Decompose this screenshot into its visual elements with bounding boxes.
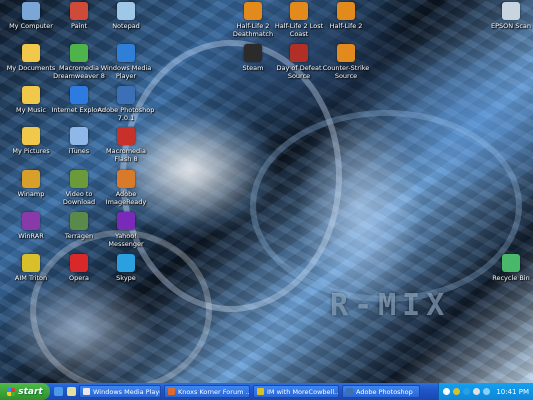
task-list: Windows Media Player Knoxs Korner Forum .… — [76, 385, 420, 398]
taskbar-button-label: Adobe Photoshop — [356, 387, 413, 396]
desktop-icon[interactable]: Notepad — [97, 2, 155, 30]
paint-icon — [70, 2, 88, 20]
browser-icon — [168, 388, 175, 395]
video-download-icon — [70, 170, 88, 188]
counter-strike-icon — [337, 44, 355, 62]
taskbar: start Windows Media Player Knoxs Korner F… — [0, 383, 533, 400]
desktop-icon[interactable]: Adobe ImageReady — [97, 170, 155, 206]
computer-icon — [22, 2, 40, 20]
documents-folder-icon — [22, 44, 40, 62]
quick-launch — [50, 387, 76, 396]
wallpaper-swirl — [30, 230, 212, 383]
recycle-bin-icon — [502, 254, 520, 272]
notepad-icon — [117, 2, 135, 20]
desktop-quicklaunch-icon[interactable] — [67, 387, 76, 396]
aim-icon — [257, 388, 264, 395]
taskbar-button[interactable]: Knoxs Korner Forum ... — [164, 385, 250, 398]
start-button[interactable]: start — [0, 383, 50, 400]
tray-network-icon[interactable] — [483, 388, 491, 395]
pictures-folder-icon — [22, 127, 40, 145]
wallpaper-logo: R-MIX — [330, 288, 451, 323]
tray-skype-icon[interactable] — [463, 388, 471, 395]
itunes-icon — [70, 127, 88, 145]
taskbar-button[interactable]: Windows Media Player — [79, 385, 161, 398]
desktop-icon-label: Macromedia Flash 8 — [106, 147, 146, 163]
taskbar-button[interactable]: Adobe Photoshop — [342, 385, 420, 398]
desktop-icon-label: Yahoo! Messenger — [108, 232, 144, 248]
winrar-icon — [22, 212, 40, 230]
opera-icon — [70, 254, 88, 272]
desktop-icon-label: Skype — [116, 274, 136, 282]
desktop-icon[interactable]: EPSON Scan — [482, 2, 533, 30]
photoshop-icon — [346, 388, 353, 395]
tray-icons — [443, 388, 491, 395]
taskbar-button-label: Windows Media Player — [93, 387, 161, 396]
yahoo-messenger-icon — [117, 212, 135, 230]
windows-flag-icon — [7, 387, 16, 396]
day-of-defeat-icon — [290, 44, 308, 62]
tray-chevron-icon[interactable] — [443, 388, 451, 395]
tray-volume-icon[interactable] — [473, 388, 481, 395]
desktop-icon-label: Half-Life 2 — [329, 22, 363, 30]
aim-icon — [22, 254, 40, 272]
photoshop-icon — [117, 86, 135, 104]
imageready-icon — [117, 170, 135, 188]
desktop-icon[interactable]: Windows Media Player — [97, 44, 155, 80]
system-tray: 10:41 PM — [438, 383, 533, 400]
internet-explorer-icon — [70, 86, 88, 104]
taskbar-button[interactable]: IM with MoreCowbell... — [253, 385, 339, 398]
winamp-icon — [22, 170, 40, 188]
desktop-icon-label: Notepad — [112, 22, 140, 30]
flash-icon — [117, 127, 135, 145]
desktop-icon[interactable]: Skype — [97, 254, 155, 282]
taskbar-button-label: IM with MoreCowbell... — [267, 387, 339, 396]
desktop-icon-label: EPSON Scan — [491, 22, 531, 30]
desktop-icon-label: Windows Media Player — [100, 64, 152, 80]
tray-aim-icon[interactable] — [453, 388, 461, 395]
desktop-icon-label: Adobe ImageReady — [105, 190, 147, 206]
half-life-icon — [290, 2, 308, 20]
desktop-icon[interactable]: Counter-Strike Source — [317, 44, 375, 80]
steam-icon — [244, 44, 262, 62]
start-label: start — [18, 386, 43, 397]
desktop-icon-label: Counter-Strike Source — [322, 64, 370, 80]
desktop-icon[interactable]: Adobe Photoshop 7.0.1 — [97, 86, 155, 122]
skype-icon — [117, 254, 135, 272]
desktop-icon[interactable]: Macromedia Flash 8 — [97, 127, 155, 163]
half-life-icon — [337, 2, 355, 20]
clock[interactable]: 10:41 PM — [496, 388, 529, 396]
desktop-icon[interactable]: Recycle Bin — [482, 254, 533, 282]
terragen-icon — [70, 212, 88, 230]
media-player-icon — [117, 44, 135, 62]
half-life-icon — [244, 2, 262, 20]
taskbar-button-label: Knoxs Korner Forum ... — [178, 387, 250, 396]
music-folder-icon — [22, 86, 40, 104]
dreamweaver-icon — [70, 44, 88, 62]
scanner-icon — [502, 2, 520, 20]
media-player-icon — [83, 388, 90, 395]
desktop-icon[interactable]: Half-Life 2 — [317, 2, 375, 30]
desktop: R-MIX My Computer Paint Notepad Half-Life 2… — [0, 0, 533, 383]
desktop-icon[interactable]: Yahoo! Messenger — [97, 212, 155, 248]
ie-quicklaunch-icon[interactable] — [54, 387, 63, 396]
desktop-icon-label: Adobe Photoshop 7.0.1 — [97, 106, 155, 122]
desktop-icon-label: Recycle Bin — [492, 274, 530, 282]
